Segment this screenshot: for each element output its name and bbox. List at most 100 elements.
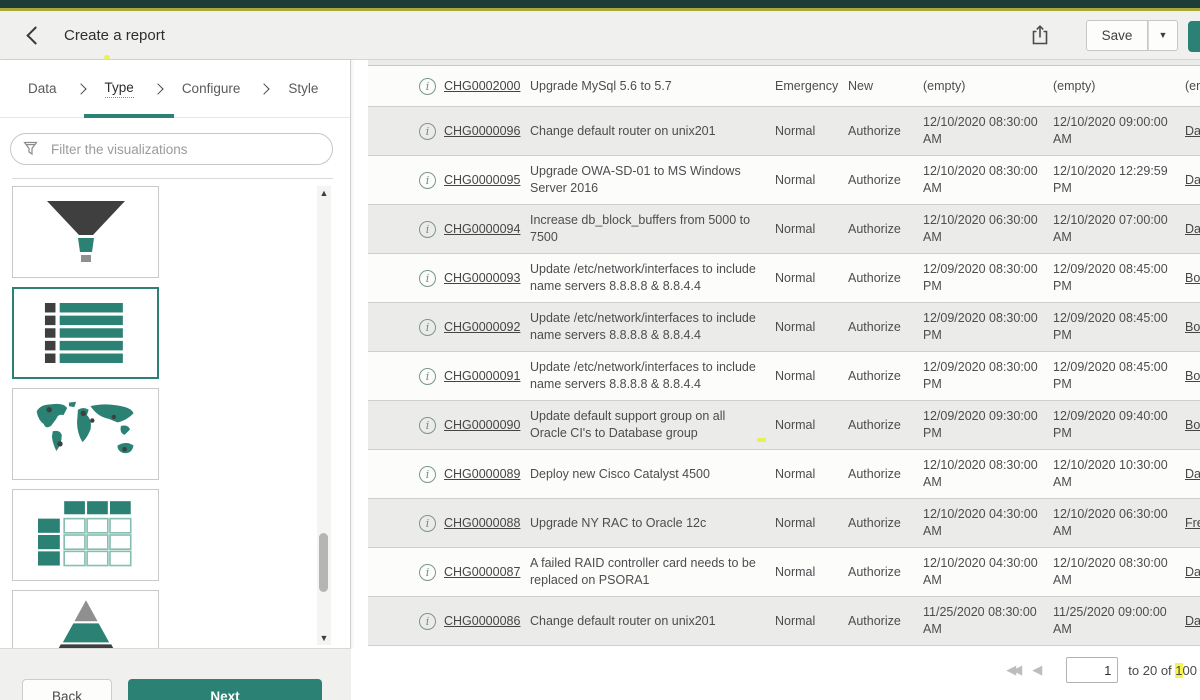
info-icon[interactable]: i — [419, 123, 436, 140]
filter-funnel-icon — [23, 141, 41, 157]
end-date-cell: 12/10/2020 07:00:00 AM — [1053, 212, 1185, 246]
change-number-link[interactable]: CHG0000090 — [444, 418, 520, 432]
viz-card-funnel[interactable] — [12, 186, 159, 278]
info-icon[interactable]: i — [419, 319, 436, 336]
priority-cell: Emergency — [775, 79, 848, 93]
assigned-to-cell: Dav — [1185, 222, 1200, 236]
start-date-cell: 12/09/2020 09:30:00 PM — [923, 408, 1053, 442]
assigned-to-link[interactable]: Dav — [1185, 467, 1200, 481]
info-icon[interactable]: i — [419, 270, 436, 287]
state-cell: Authorize — [848, 418, 923, 432]
pivot-table-icon — [38, 501, 134, 569]
change-number-link[interactable]: CHG0000095 — [444, 173, 520, 187]
back-button[interactable]: Back — [22, 679, 112, 700]
table-row: iCHG0000094Increase db_block_buffers fro… — [368, 205, 1200, 254]
assigned-to-link[interactable]: Dav — [1185, 222, 1200, 236]
change-number-link[interactable]: CHG0000091 — [444, 369, 520, 383]
state-cell: New — [848, 79, 923, 93]
end-date-cell: (empty) — [1053, 78, 1185, 95]
back-navigation-button[interactable] — [22, 22, 48, 48]
save-dropdown-button[interactable]: ▼ — [1148, 20, 1178, 51]
step-configure[interactable]: Configure — [182, 81, 241, 96]
info-icon[interactable]: i — [419, 515, 436, 532]
viz-card-pivot-table[interactable] — [12, 489, 159, 581]
number-cell: CHG0002000 — [444, 79, 530, 93]
short-description-cell: Upgrade OWA-SD-01 to MS Windows Server 2… — [530, 163, 775, 197]
assigned-to-link[interactable]: Dav — [1185, 173, 1200, 187]
change-number-link[interactable]: CHG0000094 — [444, 222, 520, 236]
assigned-to-link[interactable]: Bow — [1185, 418, 1200, 432]
scroll-down-icon[interactable]: ▼ — [317, 631, 331, 645]
step-style[interactable]: Style — [288, 81, 318, 96]
start-date-cell: 12/10/2020 08:30:00 AM — [923, 457, 1053, 491]
assigned-to-link[interactable]: Dav — [1185, 124, 1200, 138]
info-icon[interactable]: i — [419, 613, 436, 630]
short-description-cell: Update /etc/network/interfaces to includ… — [530, 359, 775, 393]
info-icon[interactable]: i — [419, 172, 436, 189]
chevron-right-icon — [259, 83, 270, 94]
change-number-link[interactable]: CHG0000088 — [444, 516, 520, 530]
step-type[interactable]: Type — [105, 80, 134, 98]
short-description-cell: Update /etc/network/interfaces to includ… — [530, 310, 775, 344]
change-request-table: iCHG0002000Upgrade MySql 5.6 to 5.7Emerg… — [368, 60, 1200, 648]
pyramid-chart-icon — [28, 596, 144, 648]
assigned-to-cell: Dav — [1185, 565, 1200, 579]
active-step-indicator — [84, 114, 174, 118]
assigned-to-link[interactable]: Bow — [1185, 320, 1200, 334]
change-number-link[interactable]: CHG0000092 — [444, 320, 520, 334]
assigned-to-cell: Bow — [1185, 271, 1200, 285]
change-number-link[interactable]: CHG0000087 — [444, 565, 520, 579]
pager-prev-icon[interactable]: ◀ — [1032, 662, 1042, 678]
change-number-link[interactable]: CHG0000093 — [444, 271, 520, 285]
next-button[interactable]: Next — [128, 679, 322, 700]
priority-cell: Normal — [775, 222, 848, 236]
save-button[interactable]: Save — [1086, 20, 1148, 51]
number-cell: CHG0000086 — [444, 614, 530, 628]
viz-card-list[interactable] — [12, 287, 159, 379]
viz-card-pyramid[interactable] — [12, 590, 159, 648]
assigned-to-link[interactable]: Dav — [1185, 565, 1200, 579]
page-title: Create a report — [64, 27, 165, 44]
funnel-chart-icon — [36, 195, 136, 269]
number-cell: CHG0000094 — [444, 222, 530, 236]
change-number-link[interactable]: CHG0002000 — [444, 79, 520, 93]
assigned-to-link[interactable]: Fred — [1185, 516, 1200, 530]
start-date-cell: 12/09/2020 08:30:00 PM — [923, 261, 1053, 295]
browser-top-strip — [0, 0, 1200, 8]
info-icon[interactable]: i — [419, 78, 436, 95]
viz-card-world-map[interactable] — [12, 388, 159, 480]
filter-visualizations-input[interactable] — [51, 142, 320, 157]
priority-cell: Normal — [775, 320, 848, 334]
viz-list-scrollbar[interactable]: ▲ ▼ — [317, 186, 331, 645]
page-number-input[interactable] — [1066, 657, 1118, 683]
change-number-link[interactable]: CHG0000096 — [444, 124, 520, 138]
assigned-to-link[interactable]: Bow — [1185, 369, 1200, 383]
table-row: iCHG0002000Upgrade MySql 5.6 to 5.7Emerg… — [368, 66, 1200, 107]
assigned-to-link[interactable]: Bow — [1185, 271, 1200, 285]
number-cell: CHG0000088 — [444, 516, 530, 530]
change-number-link[interactable]: CHG0000086 — [444, 614, 520, 628]
info-icon[interactable]: i — [419, 368, 436, 385]
info-icon[interactable]: i — [419, 466, 436, 483]
number-cell: CHG0000096 — [444, 124, 530, 138]
start-date-cell: 12/10/2020 08:30:00 AM — [923, 114, 1053, 148]
table-row: iCHG0000089Deploy new Cisco Catalyst 450… — [368, 450, 1200, 499]
priority-cell: Normal — [775, 271, 848, 285]
change-number-link[interactable]: CHG0000089 — [444, 467, 520, 481]
info-icon[interactable]: i — [419, 221, 436, 238]
scroll-up-icon[interactable]: ▲ — [317, 186, 331, 200]
share-button[interactable] — [1022, 19, 1058, 51]
short-description-cell: Update /etc/network/interfaces to includ… — [530, 261, 775, 295]
assigned-to-link[interactable]: Dav — [1185, 614, 1200, 628]
pager-first-icon[interactable]: ◀◀ — [1006, 662, 1018, 678]
pagination-bar: ◀◀ ◀ to 20 of 100 — [368, 656, 1197, 684]
state-cell: Authorize — [848, 320, 923, 334]
step-data[interactable]: Data — [28, 81, 57, 96]
primary-action-button-partial[interactable] — [1188, 21, 1200, 52]
info-icon[interactable]: i — [419, 417, 436, 434]
info-icon[interactable]: i — [419, 564, 436, 581]
pagination-total: 00 — [1183, 663, 1197, 678]
info-cell: i — [368, 270, 444, 287]
scrollbar-thumb[interactable] — [319, 533, 328, 592]
state-cell: Authorize — [848, 271, 923, 285]
